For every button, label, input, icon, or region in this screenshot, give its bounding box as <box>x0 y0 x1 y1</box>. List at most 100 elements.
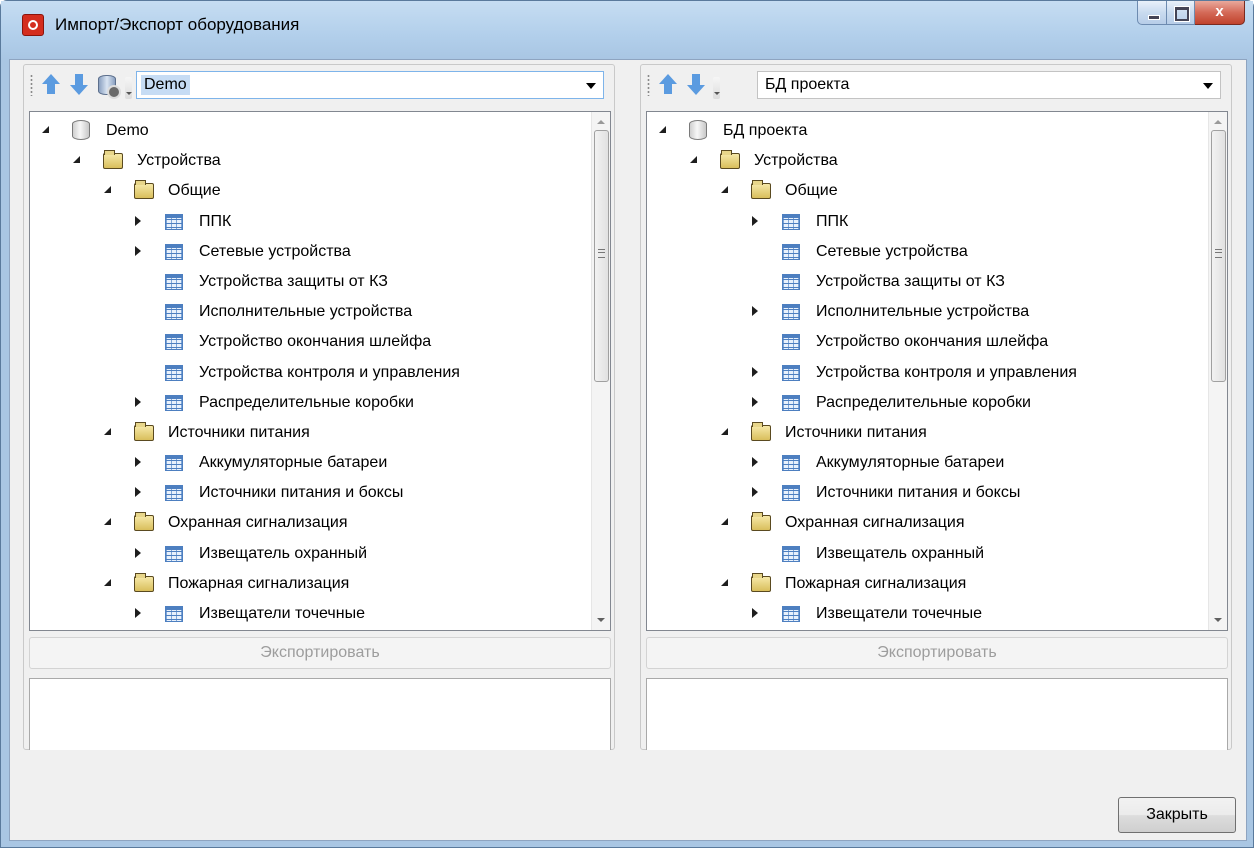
target-export-button[interactable]: Экспортировать <box>646 637 1228 669</box>
source-export-button[interactable]: Экспортировать <box>29 637 611 669</box>
move-up-button[interactable] <box>657 73 679 97</box>
chevron-down-icon[interactable] <box>586 83 596 89</box>
expanded-arrow-icon[interactable] <box>104 427 111 435</box>
tree-item-label: Извещатели точечные <box>816 605 982 622</box>
target-tree-scrollbar[interactable] <box>1208 112 1227 630</box>
scroll-down-icon[interactable] <box>1214 618 1222 622</box>
table-icon <box>165 273 183 290</box>
tree-item[interactable]: Устройства защиты от КЗ <box>647 267 1207 297</box>
tree-item[interactable]: Общие <box>30 176 590 206</box>
collapsed-arrow-icon[interactable] <box>135 215 141 226</box>
expanded-arrow-icon[interactable] <box>104 518 111 526</box>
tree-item[interactable]: Аккумуляторные батареи <box>647 448 1207 478</box>
table-icon <box>165 213 183 230</box>
tree-item[interactable]: Общие <box>647 176 1207 206</box>
collapsed-arrow-icon[interactable] <box>752 306 758 317</box>
tree-item[interactable]: Устройство окончания шлейфа <box>30 327 590 357</box>
tree-item[interactable]: Извещатели точечные <box>647 599 1207 629</box>
expanded-arrow-icon[interactable] <box>104 578 111 586</box>
scroll-up-icon[interactable] <box>597 120 605 124</box>
tree-item[interactable]: Исполнительные устройства <box>30 297 590 327</box>
tree-item[interactable]: Demo <box>30 116 590 146</box>
collapsed-arrow-icon[interactable] <box>752 366 758 377</box>
collapsed-arrow-icon[interactable] <box>135 487 141 498</box>
tree-item[interactable]: Аккумуляторные батареи <box>30 448 590 478</box>
expanded-arrow-icon[interactable] <box>721 578 728 586</box>
collapsed-arrow-icon[interactable] <box>752 396 758 407</box>
table-icon <box>782 304 800 321</box>
tree-item[interactable]: Извещатели точечные <box>30 599 590 629</box>
source-db-select[interactable]: Demo <box>136 71 604 99</box>
tree-item[interactable]: Устройства контроля и управления <box>647 358 1207 388</box>
db-settings-button[interactable] <box>96 73 121 99</box>
tree-item[interactable]: Извещатель охранный <box>30 539 590 569</box>
arrow-down-icon <box>70 74 88 95</box>
tree-item[interactable]: Источники питания <box>647 418 1207 448</box>
move-down-button[interactable] <box>68 73 90 97</box>
scroll-thumb[interactable] <box>1211 130 1226 382</box>
scroll-down-icon[interactable] <box>597 618 605 622</box>
toolbar-overflow-button[interactable] <box>125 77 132 99</box>
target-log-area[interactable] <box>646 678 1228 750</box>
scroll-thumb[interactable] <box>594 130 609 382</box>
collapsed-arrow-icon[interactable] <box>135 608 141 618</box>
close-window-button[interactable]: x <box>1195 1 1245 25</box>
tree-item[interactable]: Устройство окончания шлейфа <box>647 327 1207 357</box>
collapsed-arrow-icon[interactable] <box>135 396 141 407</box>
tree-item[interactable]: Охранная сигнализация <box>647 508 1207 538</box>
tree-item[interactable]: Устройства защиты от КЗ <box>30 267 590 297</box>
collapsed-arrow-icon[interactable] <box>752 487 758 498</box>
minimize-button[interactable] <box>1137 1 1167 25</box>
maximize-button[interactable] <box>1167 1 1195 25</box>
tree-item[interactable]: Пожарная сигнализация <box>647 569 1207 599</box>
tree-item[interactable]: Охранная сигнализация <box>30 508 590 538</box>
title-bar[interactable]: Импорт/Экспорт оборудования x <box>1 1 1253 59</box>
tree-item[interactable]: Сетевые устройства <box>647 237 1207 267</box>
expanded-arrow-icon[interactable] <box>721 186 728 194</box>
expanded-arrow-icon[interactable] <box>721 427 728 435</box>
tree-item[interactable]: Пожарная сигнализация <box>30 569 590 599</box>
tree-item[interactable]: Распределительные коробки <box>647 388 1207 418</box>
tree-item[interactable]: Источники питания <box>30 418 590 448</box>
tree-item[interactable]: Исполнительные устройства <box>647 297 1207 327</box>
toolbar-overflow-button[interactable] <box>713 77 720 99</box>
expanded-arrow-icon[interactable] <box>659 126 666 133</box>
toolbar-grip[interactable] <box>30 74 33 96</box>
expanded-arrow-icon[interactable] <box>42 126 49 133</box>
collapsed-arrow-icon[interactable] <box>752 608 758 618</box>
folder-icon <box>751 572 771 592</box>
expanded-arrow-icon[interactable] <box>690 156 697 164</box>
collapsed-arrow-icon[interactable] <box>752 457 758 468</box>
close-button[interactable]: Закрыть <box>1118 797 1236 833</box>
toolbar-grip[interactable] <box>647 74 650 96</box>
target-db-select[interactable]: БД проекта <box>757 71 1221 99</box>
tree-item[interactable]: Устройства контроля и управления <box>30 358 590 388</box>
tree-item[interactable]: Устройства <box>647 146 1207 176</box>
tree-item[interactable]: Распределительные коробки <box>30 388 590 418</box>
expanded-arrow-icon[interactable] <box>104 186 111 194</box>
move-up-button[interactable] <box>40 73 62 97</box>
tree-item[interactable]: Источники питания и боксы <box>647 478 1207 508</box>
tree-item-label: Охранная сигнализация <box>785 514 965 532</box>
collapsed-arrow-icon[interactable] <box>135 457 141 468</box>
expanded-arrow-icon[interactable] <box>73 156 80 164</box>
source-db-selected: Demo <box>141 75 190 95</box>
collapsed-arrow-icon[interactable] <box>135 547 141 558</box>
app-icon[interactable] <box>22 14 44 36</box>
tree-item[interactable]: БД проекта <box>647 116 1207 146</box>
tree-item[interactable]: Извещатель охранный <box>647 539 1207 569</box>
chevron-down-icon[interactable] <box>1203 83 1213 89</box>
tree-item[interactable]: Сетевые устройства <box>30 237 590 267</box>
expanded-arrow-icon[interactable] <box>721 518 728 526</box>
collapsed-arrow-icon[interactable] <box>135 245 141 256</box>
collapsed-arrow-icon[interactable] <box>752 215 758 226</box>
source-log-area[interactable] <box>29 678 611 750</box>
tree-item[interactable]: Источники питания и боксы <box>30 478 590 508</box>
move-down-button[interactable] <box>685 73 707 97</box>
tree-item[interactable]: ППК <box>647 207 1207 237</box>
source-tree-scrollbar[interactable] <box>591 112 610 630</box>
arrow-up-icon <box>42 74 60 94</box>
scroll-up-icon[interactable] <box>1214 120 1222 124</box>
tree-item[interactable]: ППК <box>30 207 590 237</box>
tree-item[interactable]: Устройства <box>30 146 590 176</box>
